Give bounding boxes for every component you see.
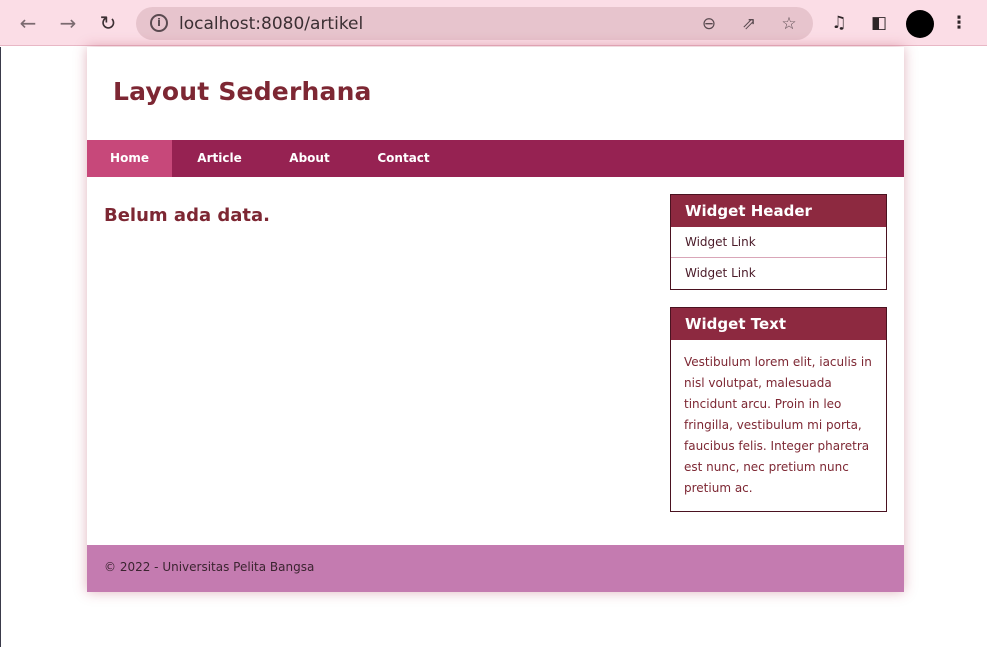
nav-item-about[interactable]: About [267, 140, 352, 177]
profile-avatar[interactable] [906, 10, 934, 38]
page-viewport: Layout Sederhana Home Article About Cont… [0, 47, 987, 647]
address-bar[interactable]: i localhost:8080/artikel ⊖ ⇗ ☆ [136, 7, 813, 40]
nav-item-contact[interactable]: Contact [352, 140, 455, 177]
widget-text-header: Widget Text [671, 308, 886, 340]
forward-icon[interactable]: → [55, 10, 81, 36]
footer-copyright: © 2022 - Universitas Pelita Bangsa [104, 560, 315, 574]
more-menu-icon[interactable]: ⋮ [948, 12, 970, 34]
url-text[interactable]: localhost:8080/artikel [179, 14, 363, 34]
nav-item-article[interactable]: Article [172, 140, 267, 177]
share-icon[interactable]: ⇗ [738, 13, 760, 35]
side-panel-icon[interactable]: ◧ [868, 12, 890, 34]
zoom-out-icon[interactable]: ⊖ [698, 13, 720, 35]
main-nav: Home Article About Contact [87, 140, 904, 177]
widget-header: Widget Header [671, 195, 886, 227]
nav-item-home[interactable]: Home [87, 140, 172, 177]
star-icon[interactable]: ☆ [778, 13, 800, 35]
media-icon[interactable]: ♫ [828, 12, 850, 34]
site-footer: © 2022 - Universitas Pelita Bangsa [87, 545, 904, 592]
widget-text: Widget Text Vestibulum lorem elit, iacul… [670, 307, 887, 512]
back-icon[interactable]: ← [15, 10, 41, 36]
widget-links: Widget Header Widget Link Widget Link [670, 194, 887, 290]
widget-link[interactable]: Widget Link [671, 258, 886, 289]
site-header: Layout Sederhana [87, 47, 904, 140]
empty-data-heading: Belum ada data. [104, 205, 270, 226]
page-container: Layout Sederhana Home Article About Cont… [87, 47, 904, 592]
browser-toolbar: ← → ↻ i localhost:8080/artikel ⊖ ⇗ ☆ ♫ ◧… [0, 0, 987, 46]
widget-text-body: Vestibulum lorem elit, iaculis in nisl v… [684, 355, 872, 495]
info-icon[interactable]: i [150, 14, 168, 32]
site-title: Layout Sederhana [113, 77, 372, 106]
reload-icon[interactable]: ↻ [95, 10, 121, 36]
widget-link[interactable]: Widget Link [671, 227, 886, 258]
